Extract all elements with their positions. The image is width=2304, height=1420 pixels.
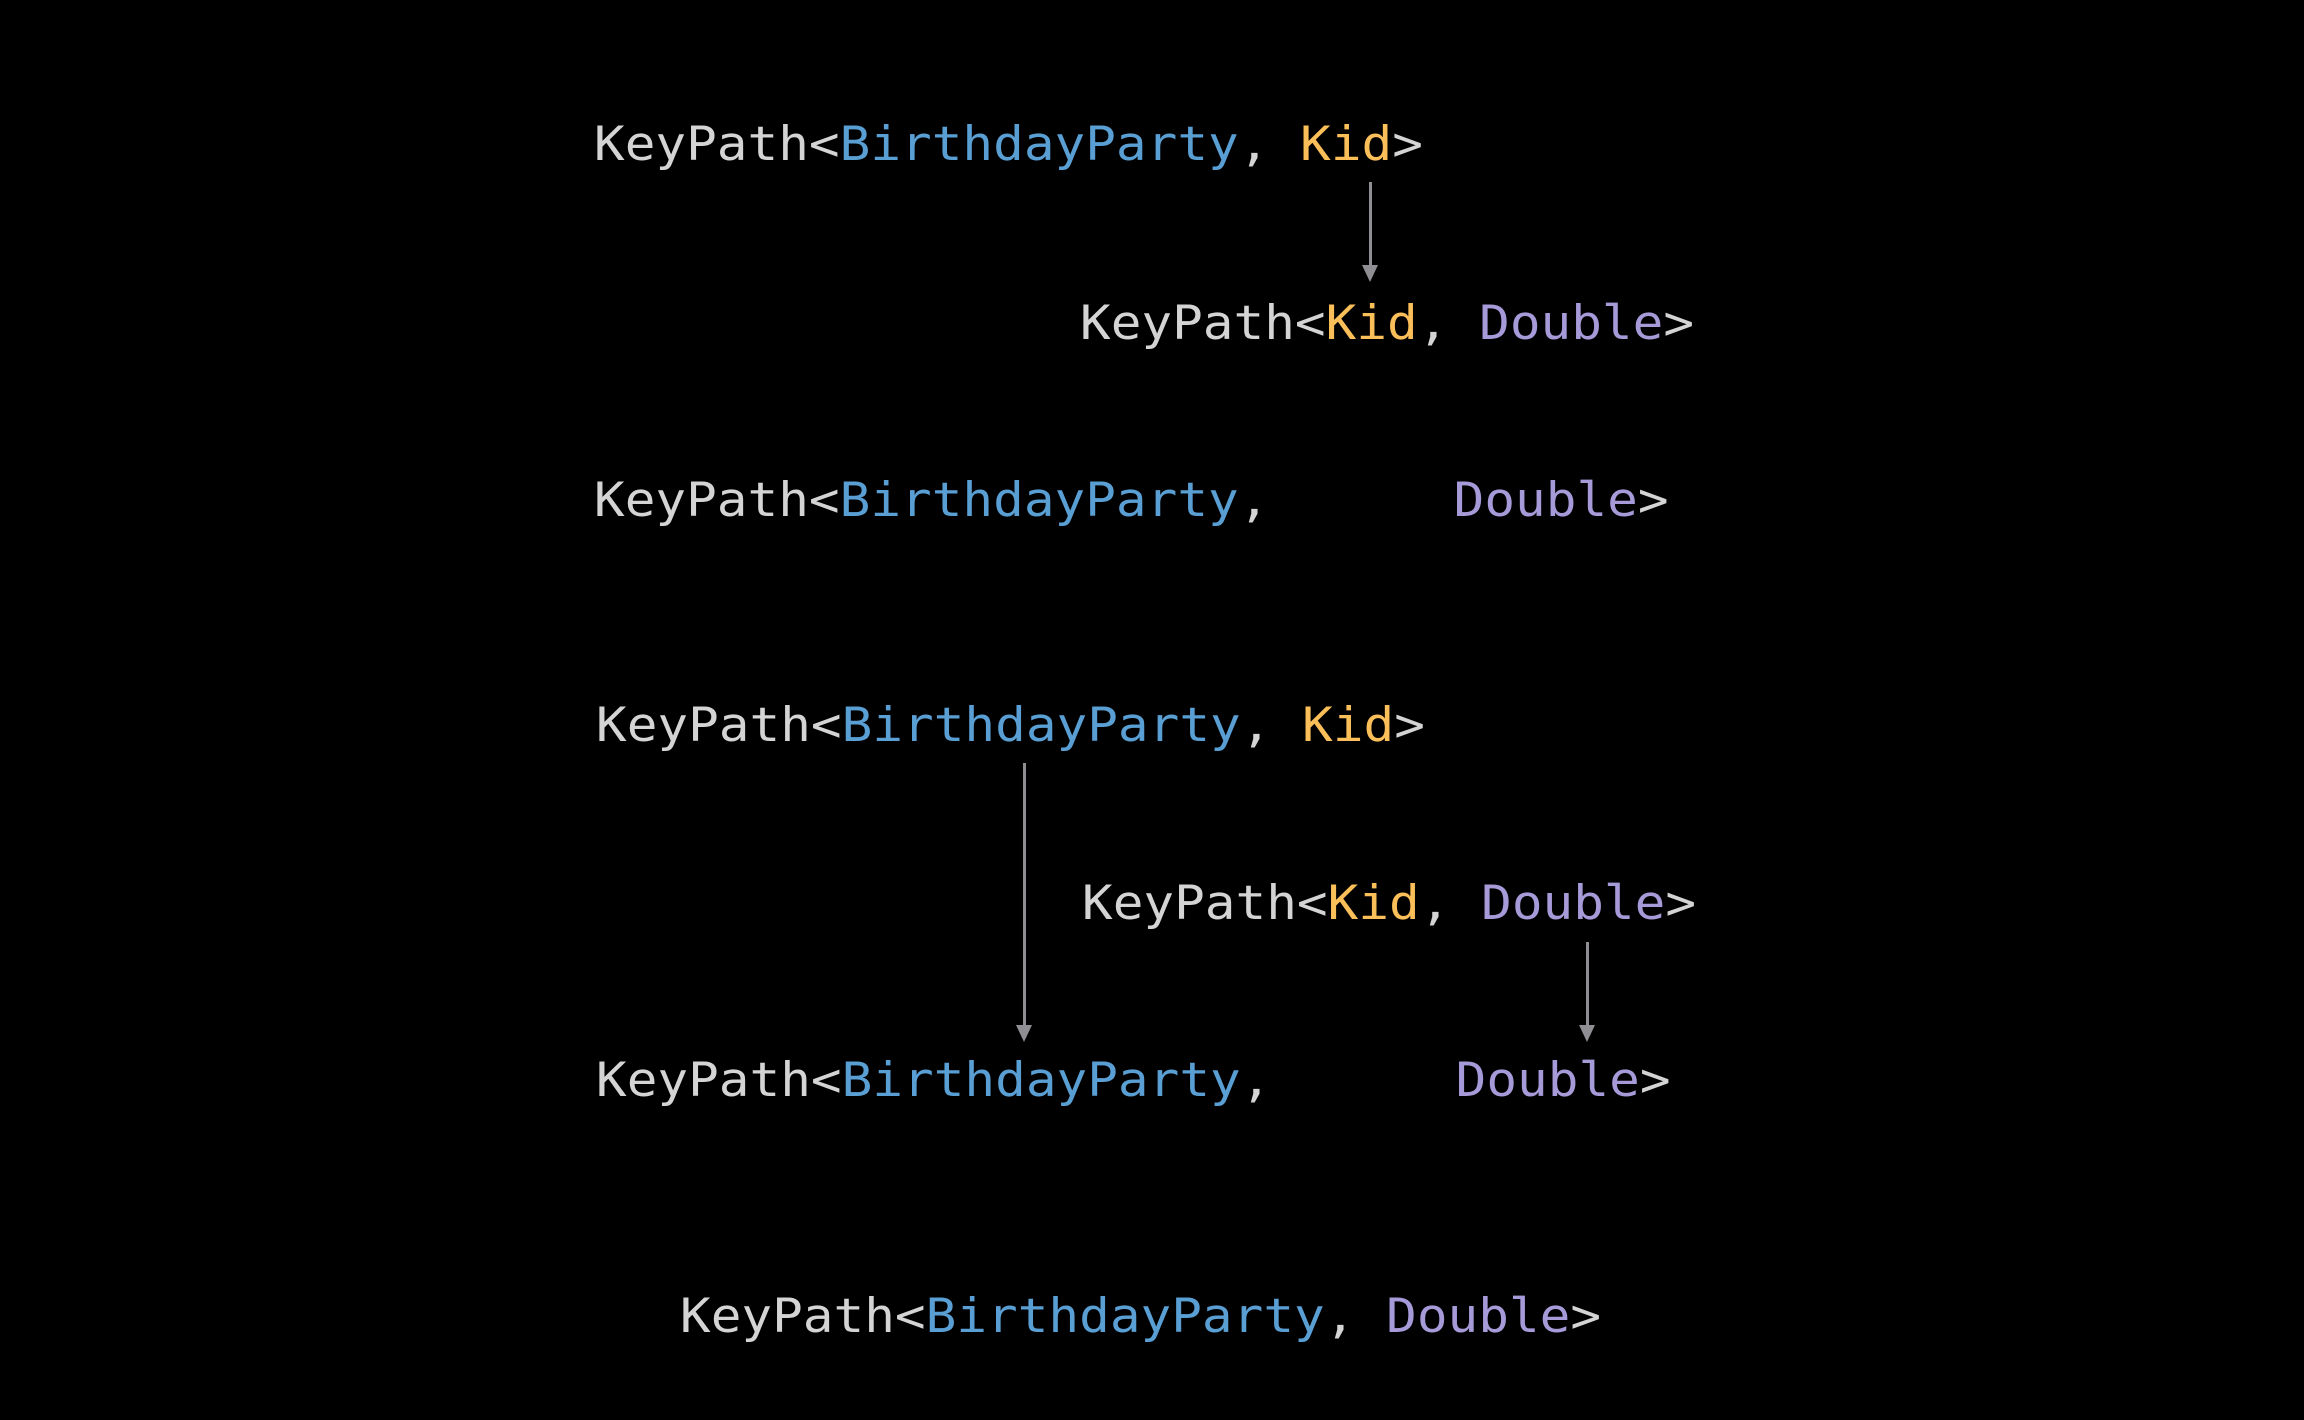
token-punct: ,	[1419, 876, 1482, 931]
token-punct: ,	[1238, 473, 1454, 528]
arrow-kid-to-kid	[1362, 182, 1378, 282]
token-root: BirthdayParty	[839, 117, 1239, 172]
token-punct: >	[1394, 698, 1425, 753]
token-value: Double	[1386, 1289, 1571, 1344]
token-value: Double	[1455, 1053, 1640, 1108]
token-keypath: KeyPath<	[596, 698, 842, 753]
token-punct: ,	[1324, 1289, 1387, 1344]
token-punct: ,	[1417, 296, 1480, 351]
token-keypath: KeyPath<	[680, 1289, 926, 1344]
keypath-line-ex1-result: KeyPath<BirthdayParty, Double>	[594, 477, 1669, 524]
keypath-line-ex1-double-keypath: KeyPath<Kid, Double>	[1080, 300, 1694, 347]
token-kid: Kid	[1302, 698, 1395, 753]
token-punct: >	[1639, 1053, 1671, 1108]
keypath-line-ex2-kid-keypath: KeyPath<BirthdayParty, Kid>	[596, 702, 1425, 749]
token-value: Double	[1453, 473, 1638, 528]
keypath-line-final: KeyPath<BirthdayParty, Double>	[680, 1293, 1601, 1340]
token-value: Double	[1479, 296, 1664, 351]
keypath-line-ex2-result: KeyPath<BirthdayParty, Double>	[596, 1057, 1671, 1104]
token-punct: >	[1392, 117, 1423, 172]
token-root: BirthdayParty	[839, 473, 1239, 528]
keypath-composition-diagram: KeyPath<BirthdayParty, Kid> KeyPath<Kid,…	[0, 0, 2304, 1420]
keypath-line-ex1-kid-keypath: KeyPath<BirthdayParty, Kid>	[594, 121, 1423, 168]
token-punct: ,	[1240, 698, 1303, 753]
token-kid: Kid	[1300, 117, 1393, 172]
token-keypath: KeyPath<	[1082, 876, 1328, 931]
token-punct: >	[1665, 876, 1697, 931]
token-root: BirthdayParty	[841, 1053, 1241, 1108]
token-punct: >	[1637, 473, 1669, 528]
token-keypath: KeyPath<	[1080, 296, 1326, 351]
token-root: BirthdayParty	[841, 698, 1241, 753]
token-punct: ,	[1238, 117, 1301, 172]
token-root: BirthdayParty	[925, 1289, 1325, 1344]
token-punct: >	[1570, 1289, 1602, 1344]
token-keypath: KeyPath<	[596, 1053, 842, 1108]
token-punct: ,	[1240, 1053, 1456, 1108]
token-punct: >	[1663, 296, 1695, 351]
token-keypath: KeyPath<	[594, 473, 840, 528]
token-value: Double	[1481, 876, 1666, 931]
arrow-root-to-result-root	[1016, 763, 1032, 1042]
arrow-double-to-result-double	[1579, 942, 1595, 1042]
token-keypath: KeyPath<	[594, 117, 840, 172]
token-kid: Kid	[1327, 876, 1420, 931]
keypath-line-ex2-double-keypath: KeyPath<Kid, Double>	[1082, 880, 1696, 927]
token-kid: Kid	[1325, 296, 1418, 351]
